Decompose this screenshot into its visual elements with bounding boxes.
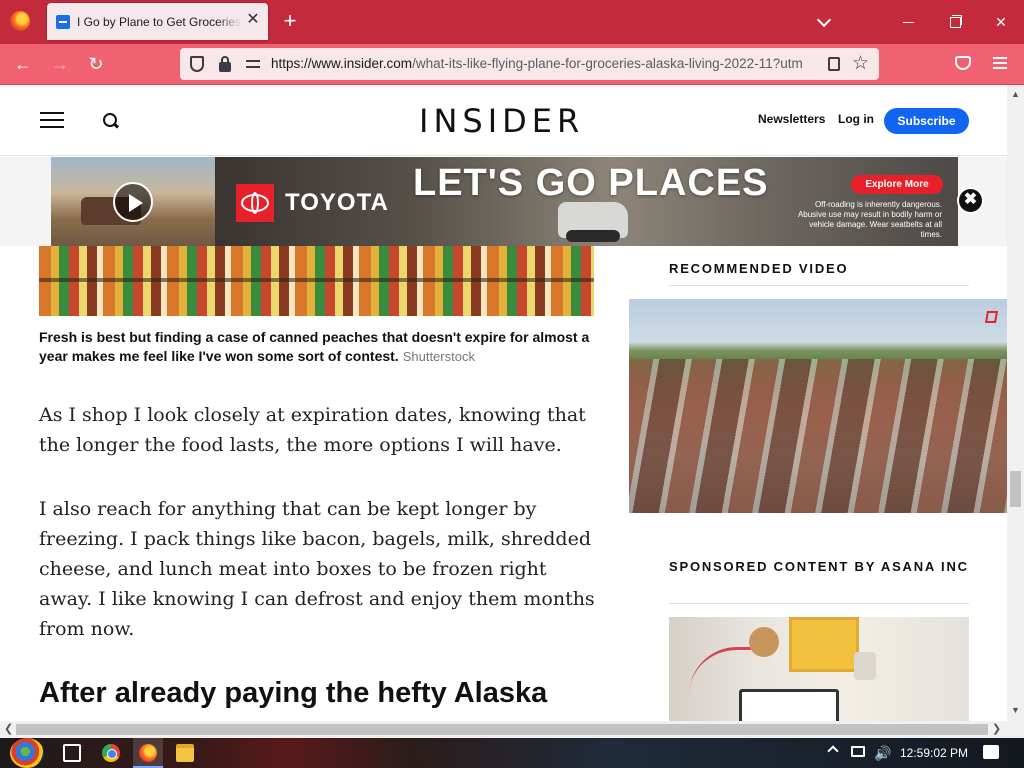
reload-button[interactable]: ↻ <box>86 54 106 74</box>
browser-nav-bar: ← → ↻ https://www.insider.com/what-its-l… <box>0 44 1024 85</box>
firefox-taskbar-icon <box>139 744 157 762</box>
subscribe-button[interactable]: Subscribe <box>884 108 969 134</box>
file-explorer-icon[interactable] <box>176 744 194 762</box>
bookmark-star-icon[interactable]: ☆ <box>852 52 869 75</box>
article-subheading: After already paying the hefty Alaska <box>39 677 548 709</box>
vertical-scroll-thumb[interactable] <box>1010 471 1021 507</box>
login-link[interactable]: Log in <box>838 112 874 126</box>
caption-text: Fresh is best but finding a case of cann… <box>39 329 590 364</box>
canned-food-shelf-image <box>39 246 594 316</box>
toyota-logo-icon <box>236 184 274 222</box>
newsletters-link[interactable]: Newsletters <box>758 112 825 126</box>
scroll-down-arrow-icon[interactable]: ▼ <box>1011 705 1020 715</box>
url-path: /what-its-like-flying-plane-for-grocerie… <box>412 56 803 71</box>
tab-close-icon[interactable]: ✕ <box>245 12 261 28</box>
lock-icon[interactable] <box>219 56 231 72</box>
taskbar-clock[interactable]: 12:59:02 PM <box>900 746 968 760</box>
recommended-video-player[interactable] <box>629 299 1007 513</box>
forward-button[interactable]: → <box>50 54 70 74</box>
sp-image-detail <box>739 689 839 721</box>
network-icon[interactable] <box>851 746 865 757</box>
pocket-icon[interactable] <box>955 56 971 70</box>
divider <box>669 603 969 604</box>
chrome-taskbar-icon[interactable] <box>102 744 120 762</box>
insider-logo[interactable]: INSIDER <box>419 102 584 140</box>
sponsored-content-heading: SPONSORED CONTENT BY ASANA INC <box>669 559 969 574</box>
toyota-ad-banner[interactable]: TOYOTA LET'S GO PLACES Explore More Off-… <box>51 157 958 246</box>
url-bar[interactable]: https://www.insider.com/what-its-like-fl… <box>180 48 879 80</box>
sponsored-content-image[interactable] <box>669 617 969 721</box>
window-minimize-button[interactable] <box>893 8 923 36</box>
image-caption: Fresh is best but finding a case of cann… <box>39 328 594 366</box>
show-hidden-icons-chevron-icon[interactable] <box>827 745 839 757</box>
url-text[interactable]: https://www.insider.com/what-its-like-fl… <box>271 56 819 71</box>
play-icon[interactable] <box>113 182 153 222</box>
window-restore-button[interactable] <box>940 8 970 36</box>
url-host: https://www.insider.com <box>271 56 413 71</box>
sp-image-detail <box>854 652 876 680</box>
ad-disclaimer: Off-roading is inherently dangerous. Abu… <box>797 200 942 239</box>
divider <box>669 285 969 286</box>
close-ad-icon[interactable]: ✖ <box>957 187 984 214</box>
permissions-icon[interactable] <box>246 58 260 70</box>
horizontal-scroll-thumb[interactable] <box>16 724 988 735</box>
ad-headline: LET'S GO PLACES <box>413 162 769 204</box>
explore-more-button[interactable]: Explore More <box>851 175 943 194</box>
windows-taskbar: 🔊 12:59:02 PM <box>0 738 1024 768</box>
video-thumbnail-image <box>629 359 1007 513</box>
vertical-scrollbar[interactable]: ▲ ▼ <box>1007 85 1024 721</box>
list-all-tabs-chevron-icon[interactable] <box>816 13 834 31</box>
tracking-protection-shield-icon[interactable] <box>190 56 204 72</box>
volume-icon[interactable]: 🔊 <box>874 745 891 762</box>
hamburger-menu-icon[interactable] <box>40 112 64 128</box>
insider-favicon-icon <box>56 15 70 29</box>
scrollbar-corner <box>1007 721 1024 738</box>
new-tab-button[interactable]: + <box>280 10 300 32</box>
scroll-right-arrow-icon[interactable]: ❯ <box>992 722 1001 735</box>
ad-brand: TOYOTA <box>285 189 389 216</box>
window-close-button[interactable]: ✕ <box>986 8 1016 36</box>
search-icon[interactable] <box>102 112 120 130</box>
article-paragraph: I also reach for anything that can be ke… <box>39 498 595 640</box>
tab-active[interactable]: I Go by Plane to Get Groceries in Alaska… <box>47 3 268 40</box>
action-center-icon[interactable] <box>983 745 999 759</box>
ad-banner-container: TOYOTA LET'S GO PLACES Explore More Off-… <box>0 157 1007 246</box>
app-menu-icon[interactable] <box>993 57 1007 69</box>
image-credit: Shutterstock <box>402 349 475 364</box>
tab-title: I Go by Plane to Get Groceries in Alaska <box>77 15 242 29</box>
sp-image-detail <box>789 617 859 672</box>
recommended-video-heading: RECOMMENDED VIDEO <box>669 261 849 276</box>
scroll-left-arrow-icon[interactable]: ❮ <box>4 722 13 735</box>
browser-tab-bar: I Go by Plane to Get Groceries in Alaska… <box>0 0 1024 44</box>
scroll-up-arrow-icon[interactable]: ▲ <box>1011 89 1020 99</box>
task-view-icon[interactable] <box>63 744 81 762</box>
ad-truck-image <box>558 202 628 242</box>
firefox-logo-icon[interactable] <box>10 11 30 31</box>
video-brand-badge-icon <box>984 311 999 323</box>
page-viewport: INSIDER Newsletters Log in Subscribe TOY… <box>0 85 1007 721</box>
back-button[interactable]: ← <box>13 54 33 74</box>
horizontal-scrollbar[interactable]: ❮ ❯ <box>0 721 1007 738</box>
article-paragraph: As I shop I look closely at expiration d… <box>39 404 586 456</box>
firefox-taskbar-button[interactable] <box>133 738 163 768</box>
site-header: INSIDER Newsletters Log in Subscribe <box>0 85 1007 156</box>
start-button-icon[interactable] <box>10 738 44 768</box>
sp-image-detail <box>749 627 779 657</box>
reader-view-icon[interactable] <box>828 57 840 71</box>
